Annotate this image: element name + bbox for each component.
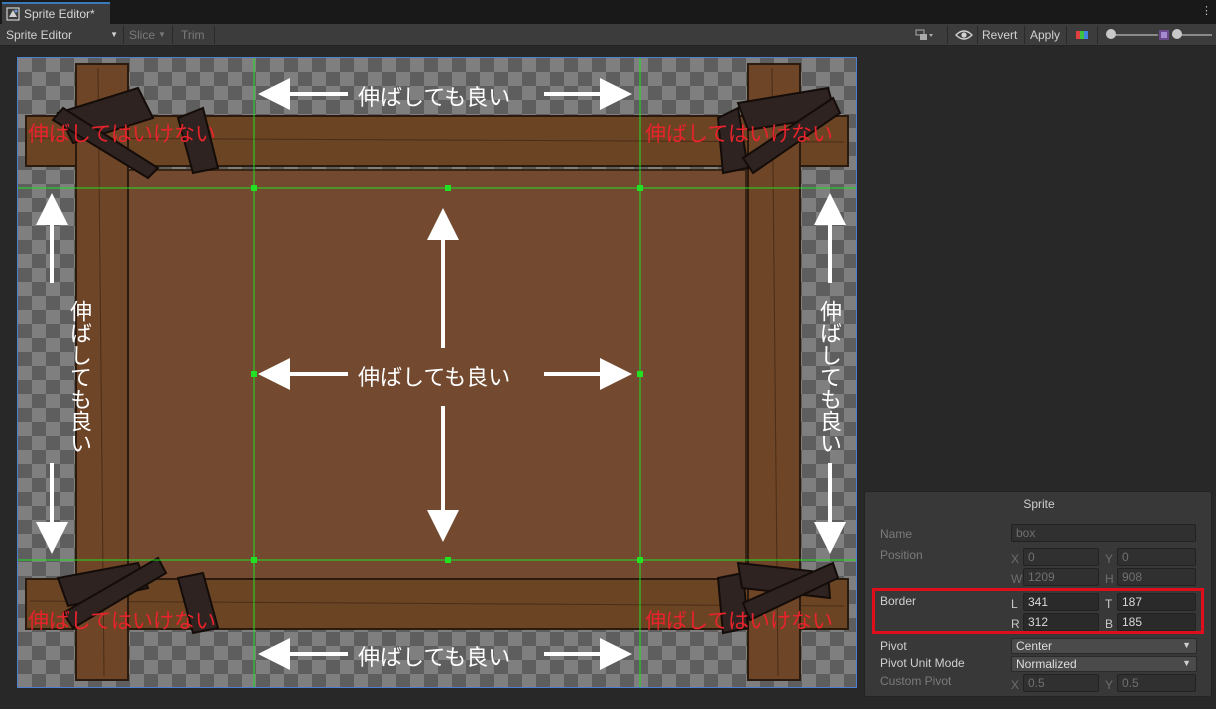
stretch-label-left: 伸ばしても良い [66, 300, 91, 454]
x-field[interactable]: 0 [1023, 548, 1099, 566]
eye-icon [955, 29, 973, 40]
color-channel-toggle[interactable] [1076, 24, 1090, 45]
tab-sprite-editor[interactable]: Sprite Editor* [2, 2, 110, 24]
sprite-preview[interactable]: 伸ばしても良い 伸ばしても良い 伸ばしても良い 伸ばしても良い 伸ばしても良い … [17, 57, 857, 688]
pivot-value: Center [1016, 639, 1053, 653]
no-stretch-label-top-left: 伸ばしてはいけない [28, 122, 216, 146]
chevron-down-icon: ▼ [1182, 640, 1191, 650]
stretch-label-top: 伸ばしても良い [358, 86, 511, 111]
custom-pivot-y-field[interactable]: 0.5 [1117, 674, 1196, 692]
stretch-label-center: 伸ばしても良い [358, 366, 511, 391]
lock-dropdown[interactable] [914, 24, 934, 45]
no-stretch-label-bottom-left: 伸ばしてはいけない [28, 609, 216, 633]
name-field[interactable]: box [1011, 524, 1196, 542]
toolbar: Sprite Editor ▼ Slice ▼ Trim Revert Appl… [0, 24, 1216, 46]
name-label: Name [880, 527, 913, 541]
chevron-down-icon: ▼ [1182, 658, 1191, 668]
pivot-unit-dropdown[interactable]: Normalized ▼ [1011, 656, 1197, 672]
custom-pivot-y-label: Y [1105, 678, 1114, 692]
pivot-dropdown[interactable]: Center ▼ [1011, 638, 1197, 654]
h-label: H [1105, 572, 1114, 586]
tab-title: Sprite Editor* [24, 7, 95, 21]
mode-dropdown[interactable]: Sprite Editor ▼ [6, 24, 120, 45]
alpha-slider-track[interactable] [1110, 34, 1158, 36]
alpha-slider-handle[interactable] [1106, 29, 1116, 39]
no-stretch-label-bottom-right: 伸ばしてはいけない [645, 609, 833, 633]
h-field[interactable]: 908 [1117, 568, 1196, 586]
visibility-toggle[interactable] [955, 24, 973, 45]
sprite-editor-icon [6, 7, 20, 21]
sprite-editor-window: Sprite Editor* ⋮ Sprite Editor ▼ Slice ▼… [0, 0, 1216, 709]
lock-icon [915, 29, 933, 40]
rgb-icon [1076, 30, 1088, 39]
stretch-label-right: 伸ばしても良い [816, 300, 841, 454]
mip-slider-handle[interactable] [1172, 29, 1182, 39]
w-label: W [1011, 572, 1023, 586]
chevron-down-icon: ▼ [158, 30, 166, 39]
x-label: X [1011, 552, 1020, 566]
slice-button[interactable]: Slice ▼ [129, 24, 166, 45]
pivot-unit-value: Normalized [1016, 657, 1077, 671]
custom-pivot-x-field[interactable]: 0.5 [1023, 674, 1099, 692]
border-highlight-box [872, 588, 1204, 634]
y-label: Y [1105, 552, 1114, 566]
w-field[interactable]: 1209 [1023, 568, 1099, 586]
pivot-unit-label: Pivot Unit Mode [880, 656, 965, 670]
mipmap-icon [1159, 30, 1169, 40]
revert-button[interactable]: Revert [982, 24, 1017, 45]
y-field[interactable]: 0 [1117, 548, 1196, 566]
apply-button[interactable]: Apply [1030, 24, 1060, 45]
mode-dropdown-label: Sprite Editor [6, 27, 73, 42]
trim-button[interactable]: Trim [181, 24, 205, 45]
chevron-down-icon: ▼ [110, 30, 118, 39]
slice-label: Slice [129, 27, 156, 42]
tab-menu-icon[interactable]: ⋮ [1201, 4, 1212, 17]
tab-bar: Sprite Editor* ⋮ [0, 0, 1216, 24]
no-stretch-label-top-right: 伸ばしてはいけない [645, 122, 833, 146]
stretch-label-bottom: 伸ばしても良い [358, 646, 511, 671]
custom-pivot-x-label: X [1011, 678, 1020, 692]
panel-title: Sprite [1023, 497, 1055, 511]
pivot-label: Pivot [880, 639, 907, 653]
custom-pivot-label: Custom Pivot [880, 674, 952, 688]
position-label: Position [880, 548, 923, 562]
